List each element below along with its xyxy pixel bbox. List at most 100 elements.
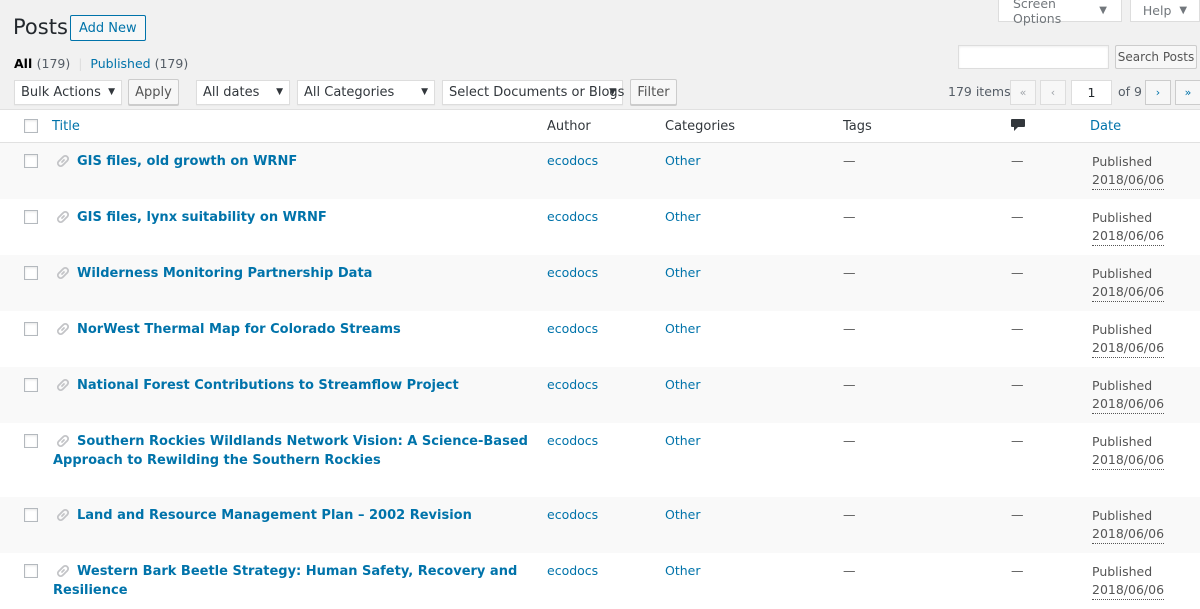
post-comments: —: [1011, 563, 1024, 578]
post-title-link[interactable]: Southern Rockies Wildlands Network Visio…: [53, 432, 533, 470]
row-checkbox[interactable]: [24, 210, 38, 224]
post-comments: —: [1011, 433, 1024, 448]
post-category-link[interactable]: Other: [665, 563, 701, 578]
search-input[interactable]: [958, 45, 1109, 69]
post-comments: —: [1011, 321, 1024, 336]
table-row: GIS files, old growth on WRNF ecodocs Ot…: [0, 143, 1200, 199]
post-date: 2018/06/06: [1092, 525, 1165, 544]
post-comments: —: [1011, 507, 1024, 522]
post-tags: —: [843, 433, 856, 448]
next-page-button[interactable]: ›: [1145, 80, 1171, 105]
comment-icon[interactable]: [1011, 119, 1025, 131]
table-row: National Forest Contributions to Streamf…: [0, 367, 1200, 423]
post-title-link[interactable]: Land and Resource Management Plan – 2002…: [53, 506, 533, 525]
post-title-link[interactable]: National Forest Contributions to Streamf…: [53, 376, 533, 395]
first-page-button[interactable]: «: [1010, 80, 1036, 105]
post-date: 2018/06/06: [1092, 395, 1165, 414]
post-title-link[interactable]: Wilderness Monitoring Partnership Data: [53, 264, 533, 283]
post-title-link[interactable]: GIS files, old growth on WRNF: [53, 152, 533, 171]
screen-options-tab[interactable]: Screen Options ▼: [998, 0, 1122, 26]
post-date-cell: Published 2018/06/06: [1092, 377, 1165, 414]
table-row: Land and Resource Management Plan – 2002…: [0, 497, 1200, 553]
post-author-link[interactable]: ecodocs: [547, 377, 598, 392]
current-page-input[interactable]: 1: [1071, 80, 1112, 105]
select-all-checkbox[interactable]: [24, 119, 38, 133]
post-author-link[interactable]: ecodocs: [547, 153, 598, 168]
post-date: 2018/06/06: [1092, 171, 1165, 190]
column-author: Author: [547, 119, 591, 134]
view-all-label: All: [14, 56, 33, 71]
post-status: Published: [1092, 322, 1153, 337]
column-date[interactable]: Date: [1090, 119, 1121, 134]
post-category-link[interactable]: Other: [665, 377, 701, 392]
post-status-views: All (179) | Published (179): [14, 56, 188, 71]
post-category-link[interactable]: Other: [665, 265, 701, 280]
post-tags: —: [843, 153, 856, 168]
view-all-link[interactable]: All (179): [14, 56, 70, 71]
post-date: 2018/06/06: [1092, 339, 1165, 358]
view-published-link[interactable]: Published (179): [90, 56, 188, 71]
total-pages: of 9: [1118, 84, 1142, 99]
apply-button[interactable]: Apply: [128, 79, 179, 105]
post-date: 2018/06/06: [1092, 581, 1165, 600]
add-new-button[interactable]: Add New: [70, 15, 146, 41]
post-author-link[interactable]: ecodocs: [547, 563, 598, 578]
post-author-link[interactable]: ecodocs: [547, 209, 598, 224]
row-checkbox[interactable]: [24, 508, 38, 522]
table-body: GIS files, old growth on WRNF ecodocs Ot…: [0, 143, 1200, 609]
post-category-link[interactable]: Other: [665, 153, 701, 168]
post-comments: —: [1011, 209, 1024, 224]
row-checkbox[interactable]: [24, 154, 38, 168]
table-row: Southern Rockies Wildlands Network Visio…: [0, 423, 1200, 497]
doc-type-select[interactable]: Select Documents or Blogs ▼: [442, 80, 625, 105]
post-title-link[interactable]: GIS files, lynx suitability on WRNF: [53, 208, 533, 227]
post-author-link[interactable]: ecodocs: [547, 321, 598, 336]
row-checkbox[interactable]: [24, 434, 38, 448]
post-category-link[interactable]: Other: [665, 321, 701, 336]
categories-value: All Categories: [304, 85, 395, 100]
filter-button[interactable]: Filter: [630, 79, 677, 105]
table-row: Wilderness Monitoring Partnership Data e…: [0, 255, 1200, 311]
doc-type-value: Select Documents or Blogs: [449, 85, 625, 100]
post-status: Published: [1092, 434, 1153, 449]
bulk-actions-value: Bulk Actions: [21, 85, 101, 100]
search-posts-button[interactable]: Search Posts: [1115, 45, 1197, 69]
post-status: Published: [1092, 378, 1153, 393]
help-tab[interactable]: Help ▼: [1130, 0, 1200, 22]
post-title-link[interactable]: NorWest Thermal Map for Colorado Streams: [53, 320, 533, 339]
post-author-link[interactable]: ecodocs: [547, 507, 598, 522]
column-title[interactable]: Title: [52, 119, 80, 134]
post-status: Published: [1092, 154, 1153, 169]
post-status: Published: [1092, 508, 1153, 523]
post-date-cell: Published 2018/06/06: [1092, 433, 1165, 470]
post-date-cell: Published 2018/06/06: [1092, 321, 1165, 358]
post-comments: —: [1011, 153, 1024, 168]
row-checkbox[interactable]: [24, 564, 38, 578]
post-category-link[interactable]: Other: [665, 507, 701, 522]
post-category-link[interactable]: Other: [665, 433, 701, 448]
dropdown-arrow-icon: ▼: [108, 87, 115, 97]
post-date-cell: Published 2018/06/06: [1092, 265, 1165, 302]
categories-select[interactable]: All Categories ▼: [297, 80, 435, 105]
dates-value: All dates: [203, 85, 260, 100]
table-row: GIS files, lynx suitability on WRNF ecod…: [0, 199, 1200, 255]
post-date: 2018/06/06: [1092, 227, 1165, 246]
post-tags: —: [843, 507, 856, 522]
view-all-count: (179): [36, 56, 71, 71]
last-page-button[interactable]: »: [1175, 80, 1200, 105]
row-checkbox[interactable]: [24, 378, 38, 392]
post-title-link[interactable]: Western Bark Beetle Strategy: Human Safe…: [53, 562, 533, 600]
posts-table: Title Author Categories Tags Date GIS fi…: [0, 109, 1200, 609]
row-checkbox[interactable]: [24, 322, 38, 336]
column-categories: Categories: [665, 119, 736, 134]
row-checkbox[interactable]: [24, 266, 38, 280]
post-tags: —: [843, 377, 856, 392]
post-author-link[interactable]: ecodocs: [547, 265, 598, 280]
post-category-link[interactable]: Other: [665, 209, 701, 224]
bulk-actions-select[interactable]: Bulk Actions ▼: [14, 80, 122, 105]
post-comments: —: [1011, 265, 1024, 280]
post-author-link[interactable]: ecodocs: [547, 433, 598, 448]
dates-select[interactable]: All dates ▼: [196, 80, 290, 105]
prev-page-button[interactable]: ‹: [1040, 80, 1066, 105]
view-published-count: (179): [154, 56, 189, 71]
